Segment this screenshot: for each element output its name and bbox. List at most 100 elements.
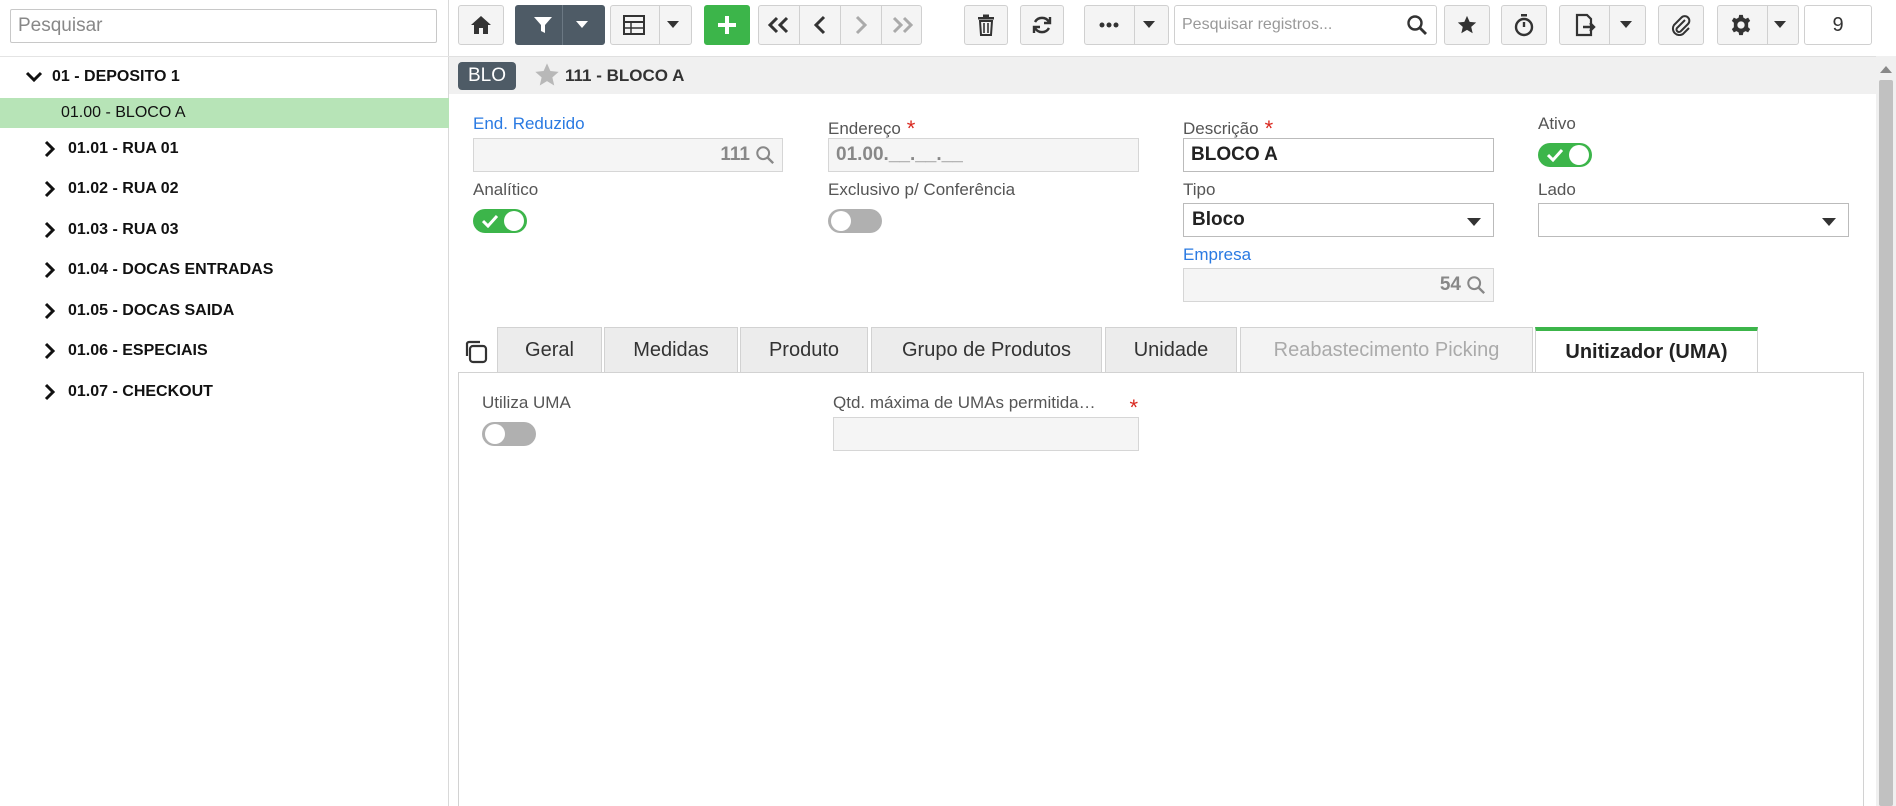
- scrollbar[interactable]: [1876, 56, 1896, 806]
- filter-icon: [534, 17, 552, 33]
- app-window: 01 - DEPOSITO 1 01.00 - BLOCO A 01.01 - …: [0, 0, 1896, 806]
- prev-record-button[interactable]: [799, 5, 840, 45]
- tab-grupo-produtos[interactable]: Grupo de Produtos: [871, 327, 1102, 373]
- tree-item-rua-03[interactable]: 01.03 - RUA 03: [0, 215, 449, 245]
- tree-item-docas-saida[interactable]: 01.05 - DOCAS SAIDA: [0, 296, 449, 326]
- chevron-right-icon[interactable]: [40, 260, 60, 280]
- refresh-button[interactable]: [1020, 5, 1064, 45]
- scrollbar-thumb[interactable]: [1879, 80, 1893, 806]
- grid-view-button[interactable]: [610, 5, 692, 45]
- add-button[interactable]: [704, 5, 750, 45]
- endereco-label-text: Endereço: [828, 119, 901, 138]
- analitico-label: Analítico: [473, 180, 539, 199]
- tree-item-label: 01.07 - CHECKOUT: [68, 383, 213, 400]
- check-icon: [482, 214, 498, 228]
- tree-item-especiais[interactable]: 01.06 - ESPECIAIS: [0, 336, 449, 366]
- refresh-icon: [1032, 16, 1052, 34]
- prev-icon: [813, 15, 825, 35]
- chevron-right-icon[interactable]: [40, 301, 60, 321]
- ativo-toggle[interactable]: [1538, 143, 1592, 167]
- caret-down-icon[interactable]: [1142, 21, 1155, 29]
- end-reduzido-label[interactable]: End. Reduzido: [473, 114, 585, 134]
- caret-down-icon: [1822, 218, 1836, 226]
- ativo-label: Ativo: [1538, 114, 1576, 133]
- tab-panel: [458, 372, 1864, 806]
- qtd-max-field[interactable]: [833, 417, 1139, 451]
- exclusivo-toggle[interactable]: [828, 209, 882, 233]
- toggle-knob: [1569, 145, 1589, 165]
- star-icon[interactable]: [533, 61, 561, 89]
- utiliza-uma-toggle[interactable]: [482, 422, 536, 446]
- first-record-button[interactable]: [758, 5, 799, 45]
- tree-item-label: 01.02 - RUA 02: [68, 180, 179, 197]
- more-icon: [1099, 22, 1118, 28]
- chevron-right-icon[interactable]: [40, 341, 60, 361]
- next-record-button[interactable]: [840, 5, 881, 45]
- tree-item-docas-entradas[interactable]: 01.04 - DOCAS ENTRADAS: [0, 255, 449, 285]
- scroll-up-icon[interactable]: [1880, 66, 1892, 73]
- tab-geral[interactable]: Geral: [497, 327, 602, 373]
- grid-icon: [623, 15, 645, 35]
- search-icon[interactable]: [755, 145, 775, 165]
- tab-unitizador-uma[interactable]: Unitizador (UMA): [1535, 327, 1758, 374]
- lado-label: Lado: [1538, 180, 1576, 199]
- sidebar-search-input[interactable]: [10, 9, 437, 43]
- caret-down-icon[interactable]: [667, 21, 679, 29]
- lado-select[interactable]: [1538, 203, 1849, 237]
- split-divider: [840, 5, 841, 45]
- last-record-button[interactable]: [881, 5, 922, 45]
- caret-down-icon[interactable]: [1619, 21, 1632, 29]
- descricao-field[interactable]: BLOCO A: [1183, 138, 1494, 172]
- delete-button[interactable]: [964, 5, 1008, 45]
- home-button[interactable]: [458, 5, 504, 45]
- split-divider: [799, 5, 800, 45]
- tree-item-label: 01.05 - DOCAS SAIDA: [68, 302, 235, 319]
- tipo-select[interactable]: Bloco: [1183, 203, 1494, 237]
- tab-reabastecimento-picking: Reabastecimento Picking: [1240, 327, 1533, 373]
- chevron-right-icon[interactable]: [40, 179, 60, 199]
- stopwatch-icon: [1514, 14, 1534, 37]
- check-icon: [1547, 148, 1563, 162]
- settings-button[interactable]: [1717, 5, 1799, 45]
- tree-item-rua-01[interactable]: 01.01 - RUA 01: [0, 134, 449, 164]
- copy-icon[interactable]: [463, 339, 489, 365]
- split-divider: [881, 5, 882, 45]
- end-reduzido-field[interactable]: 111: [473, 138, 783, 172]
- attach-button[interactable]: [1658, 5, 1704, 45]
- tree-item-checkout[interactable]: 01.07 - CHECKOUT: [0, 377, 449, 407]
- split-divider: [1134, 5, 1135, 45]
- toggle-knob: [504, 211, 524, 231]
- tab-unidade[interactable]: Unidade: [1105, 327, 1237, 373]
- caret-down-icon[interactable]: [576, 21, 588, 29]
- tipo-label: Tipo: [1183, 180, 1216, 199]
- tree-item-bloco-a[interactable]: 01.00 - BLOCO A: [0, 98, 449, 128]
- tab-medidas[interactable]: Medidas: [604, 327, 738, 373]
- sidebar-divider: [0, 56, 449, 57]
- chevron-right-icon[interactable]: [40, 382, 60, 402]
- timer-button[interactable]: [1501, 5, 1547, 45]
- favorite-button[interactable]: [1444, 5, 1490, 45]
- qtd-max-label-text: Qtd. máxima de UMAs permitida…: [833, 393, 1096, 412]
- search-icon[interactable]: [1466, 275, 1486, 295]
- caret-down-icon[interactable]: [1774, 21, 1786, 29]
- split-divider: [1767, 5, 1768, 45]
- analitico-toggle[interactable]: [473, 209, 527, 233]
- tree-item-rua-02[interactable]: 01.02 - RUA 02: [0, 174, 449, 204]
- toolbar: 9: [449, 0, 1896, 52]
- chevron-right-icon[interactable]: [40, 139, 60, 159]
- empresa-field[interactable]: 54: [1183, 268, 1494, 302]
- search-icon[interactable]: [1406, 14, 1428, 36]
- tree-item-label: 01.04 - DOCAS ENTRADAS: [68, 261, 274, 278]
- sidebar: 01 - DEPOSITO 1 01.00 - BLOCO A 01.01 - …: [0, 0, 449, 806]
- chevron-down-icon[interactable]: [24, 67, 44, 87]
- record-search-input[interactable]: [1175, 6, 1406, 44]
- tree-item-deposito-1[interactable]: 01 - DEPOSITO 1: [0, 62, 449, 92]
- record-count-badge[interactable]: 9: [1804, 5, 1872, 45]
- tab-produto[interactable]: Produto: [740, 327, 868, 373]
- more-button[interactable]: [1084, 5, 1169, 45]
- filter-button[interactable]: [515, 5, 605, 45]
- empresa-label[interactable]: Empresa: [1183, 245, 1251, 265]
- chevron-right-icon[interactable]: [40, 220, 60, 240]
- record-search: [1174, 5, 1437, 45]
- export-button[interactable]: [1559, 5, 1646, 45]
